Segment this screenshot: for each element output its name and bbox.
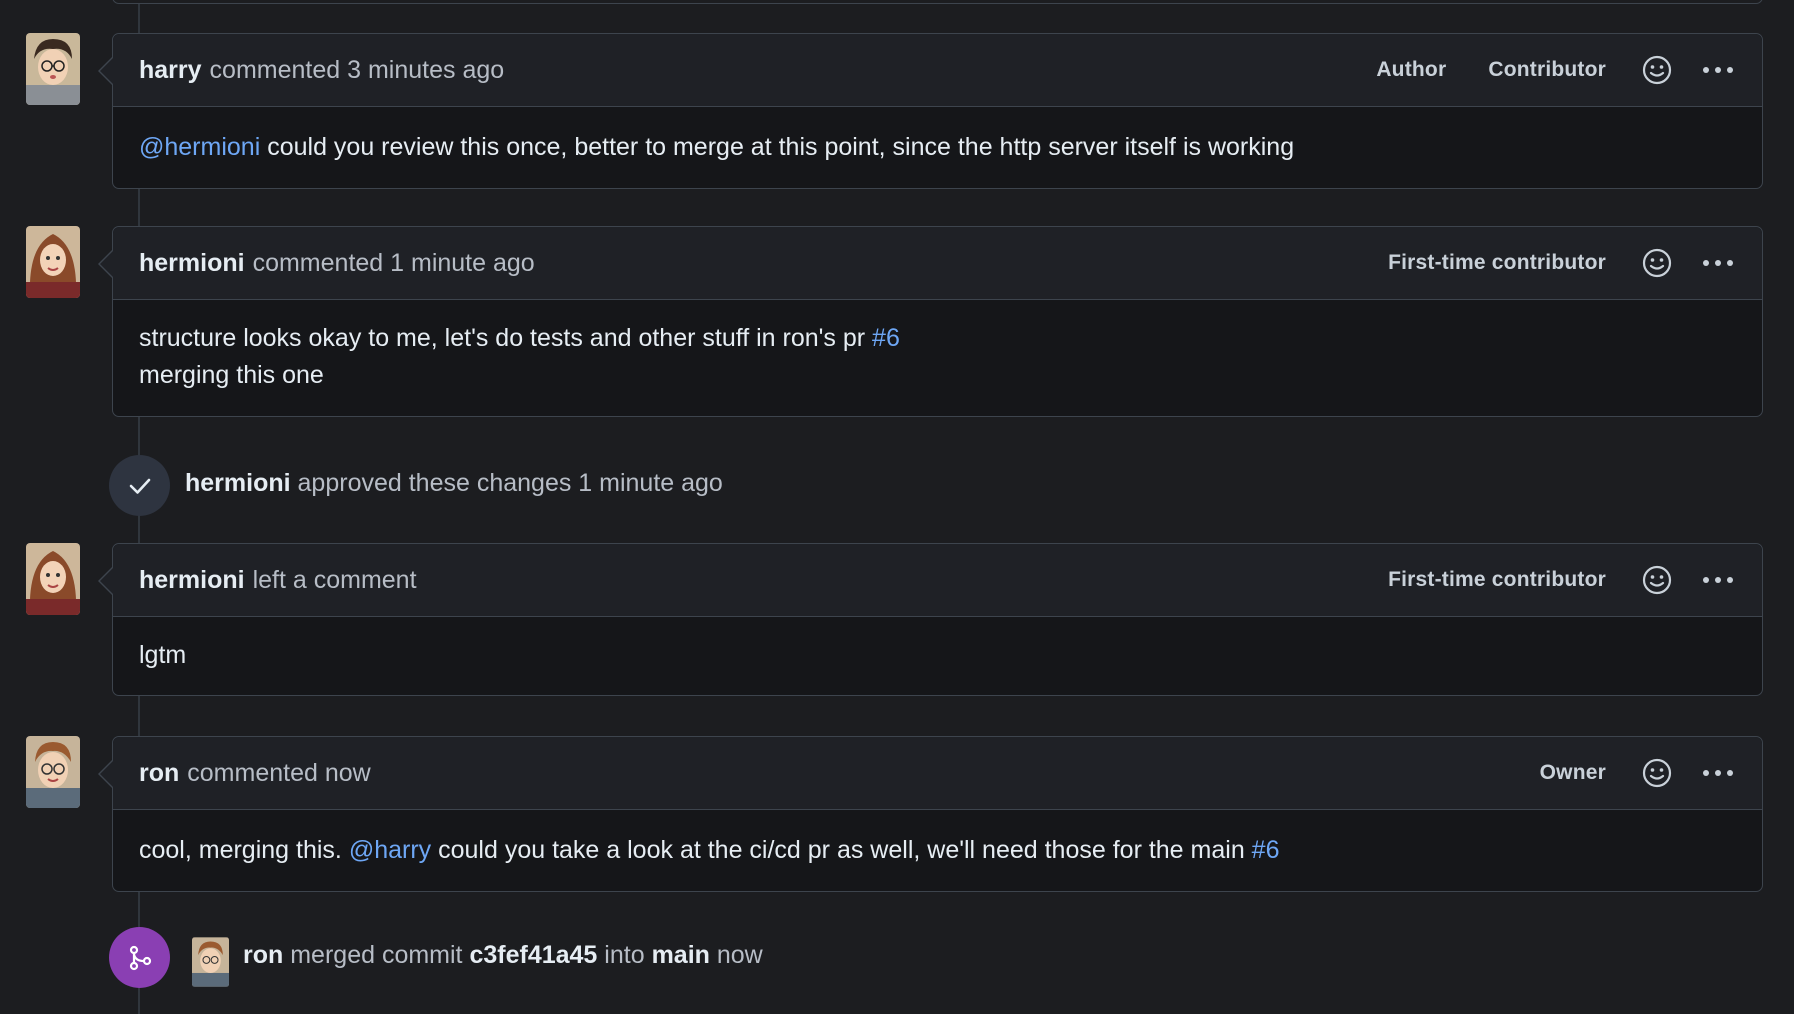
first-time-contributor-badge: First-time contributor	[1388, 568, 1606, 591]
kebab-menu-icon[interactable]	[1700, 55, 1736, 85]
pr-reference-link[interactable]: #6	[872, 324, 900, 352]
avatar-ron-small[interactable]	[192, 937, 229, 987]
event-actor[interactable]: ron	[243, 941, 283, 969]
comment-box: harry commented 3 minutes ago Author Con…	[98, 33, 1763, 189]
merge-event: ron merged commit c3fef41a45 into main n…	[0, 927, 1794, 989]
first-time-contributor-badge: First-time contributor	[1388, 251, 1606, 274]
kebab-menu-icon[interactable]	[1700, 248, 1736, 278]
git-merge-icon	[109, 927, 170, 988]
comment-box: hermioni left a comment First-time contr…	[98, 543, 1763, 696]
comment-action[interactable]: commented 3 minutes ago	[210, 56, 505, 85]
mention-link[interactable]: @harry	[349, 836, 431, 864]
comment-body: lgtm	[139, 641, 187, 669]
avatar-hermioni[interactable]	[26, 226, 80, 298]
approval-event: hermioni approved these changes 1 minute…	[0, 455, 1794, 517]
comment-author[interactable]: ron	[139, 759, 179, 788]
event-actor[interactable]: hermioni	[185, 469, 291, 497]
check-icon	[109, 455, 170, 516]
comment-action[interactable]: commented now	[187, 759, 370, 788]
comment-pointer	[98, 249, 114, 279]
pr-reference-link[interactable]: #6	[1252, 836, 1280, 864]
kebab-menu-icon[interactable]	[1700, 758, 1736, 788]
comment-body: @hermioni could you review this once, be…	[113, 107, 1762, 188]
comment-action[interactable]: left a comment	[253, 566, 417, 595]
owner-badge: Owner	[1539, 761, 1606, 784]
comment-header: hermioni commented 1 minute ago First-ti…	[113, 227, 1762, 300]
event-text: into	[604, 941, 645, 969]
avatar-hermioni[interactable]	[26, 543, 80, 615]
kebab-menu-icon[interactable]	[1700, 565, 1736, 595]
event-text[interactable]: approved these changes 1 minute ago	[298, 469, 723, 497]
comment-pointer	[98, 56, 114, 86]
author-badge: Author	[1376, 58, 1447, 81]
comment-pointer	[98, 759, 114, 789]
comment-text: could you take a look at the ci/cd pr as…	[431, 836, 1252, 864]
smiley-icon[interactable]	[1642, 565, 1672, 595]
commit-sha-link[interactable]: c3fef41a45	[469, 941, 597, 969]
comment-author[interactable]: hermioni	[139, 566, 245, 595]
event-timestamp[interactable]: now	[717, 941, 763, 969]
comment-text-line2: merging this one	[139, 361, 324, 389]
event-text: merged commit	[290, 941, 463, 969]
previous-comment-edge	[112, 0, 1763, 4]
smiley-icon[interactable]	[1642, 248, 1672, 278]
smiley-icon[interactable]	[1642, 55, 1672, 85]
comment-body: structure looks okay to me, let's do tes…	[113, 300, 1762, 416]
comment-author[interactable]: hermioni	[139, 249, 245, 278]
comment-author[interactable]: harry	[139, 56, 202, 85]
comment-header: harry commented 3 minutes ago Author Con…	[113, 34, 1762, 107]
comment-header: hermioni left a comment First-time contr…	[113, 544, 1762, 617]
comment-pointer	[98, 566, 114, 596]
comment-text: structure looks okay to me, let's do tes…	[139, 324, 873, 352]
comment-body: cool, merging this. @harry could you tak…	[113, 810, 1762, 891]
branch-name[interactable]: main	[652, 941, 710, 969]
avatar-ron[interactable]	[26, 736, 80, 808]
comment-box: ron commented now Owner cool, merging th…	[98, 736, 1763, 892]
comment-text: cool, merging this.	[139, 836, 349, 864]
avatar-harry[interactable]	[26, 33, 80, 105]
comment-text: could you review this once, better to me…	[260, 133, 1295, 161]
comment-box: hermioni commented 1 minute ago First-ti…	[98, 226, 1763, 417]
contributor-badge: Contributor	[1488, 58, 1606, 81]
mention-link[interactable]: @hermioni	[139, 133, 260, 161]
comment-header: ron commented now Owner	[113, 737, 1762, 810]
comment-action[interactable]: commented 1 minute ago	[253, 249, 535, 278]
smiley-icon[interactable]	[1642, 758, 1672, 788]
